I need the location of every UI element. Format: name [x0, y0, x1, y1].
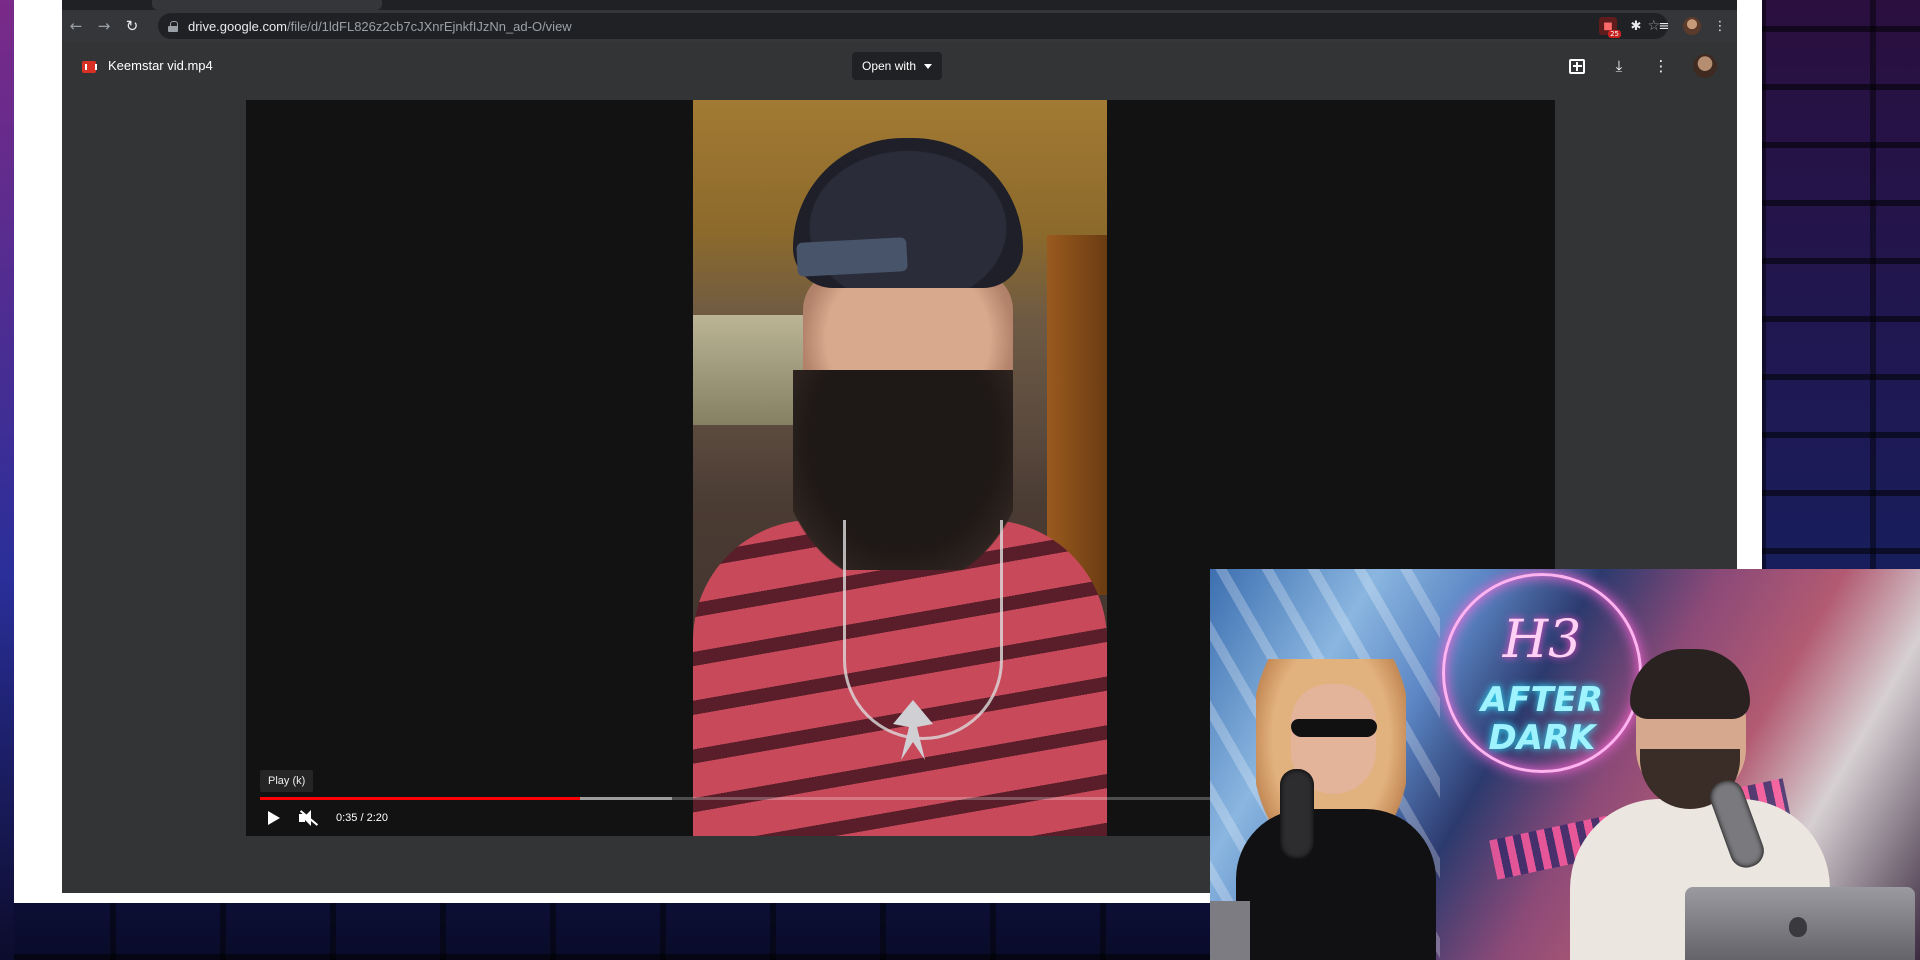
reload-button[interactable]: ↻: [118, 12, 146, 40]
mute-button[interactable]: [298, 809, 319, 827]
media-controls-button[interactable]: ≡: [1655, 17, 1673, 35]
laptop-right: [1685, 887, 1915, 960]
more-vert-icon: ⋮: [1713, 18, 1727, 34]
laptop-logo-icon: [1789, 917, 1807, 937]
arrow-right-icon: →: [97, 17, 111, 35]
open-with-label: Open with: [862, 59, 917, 73]
profile-avatar[interactable]: [1683, 17, 1701, 35]
reload-icon: ↻: [125, 17, 139, 35]
microphone-left: [1280, 769, 1314, 859]
playlist-icon: ≡: [1658, 18, 1670, 34]
video-frame: [693, 100, 1107, 836]
progress-played: [260, 797, 581, 800]
lock-icon: [168, 20, 178, 32]
time-display: 0:35 / 2:20: [336, 812, 388, 824]
extensions-menu-button[interactable]: ✱: [1627, 17, 1645, 35]
puzzle-icon: ✱: [1630, 18, 1642, 34]
video-subject-cap-strap: [796, 237, 908, 277]
download-icon: ⤓: [1615, 57, 1623, 75]
video-file-icon: [82, 61, 97, 73]
url-host: drive.google.com: [188, 18, 287, 34]
add-comment-icon: [1569, 58, 1585, 74]
add-comment-button[interactable]: [1567, 56, 1587, 76]
play-tooltip: Play (k): [260, 770, 314, 792]
active-tab[interactable]: [152, 0, 382, 10]
download-button[interactable]: ⤓: [1609, 56, 1629, 76]
viewer-actions: ⤓ ⋮: [1567, 52, 1717, 80]
address-bar[interactable]: drive.google.com /file/d/1ldFL826z2cb7cJ…: [158, 13, 1668, 39]
background-edge-glow: [0, 0, 14, 960]
player-controls: 0:35 / 2:20: [260, 806, 388, 830]
extension-button[interactable]: ■ 25: [1599, 17, 1621, 38]
video-subject-chain: [843, 520, 1003, 740]
laptop-left: [1210, 901, 1250, 960]
arrow-left-icon: ←: [69, 17, 83, 35]
host-left: [1236, 659, 1436, 960]
host-right-hair: [1630, 649, 1750, 719]
more-vert-icon: ⋮: [1653, 57, 1669, 75]
play-icon: [268, 811, 280, 825]
caret-down-icon: [924, 63, 933, 69]
url-path: /file/d/1ldFL826z2cb7cJXnrEjnkfIJzNn_ad-…: [287, 18, 572, 34]
open-with-button[interactable]: Open with: [852, 52, 943, 80]
webcam-overlay: H3 AFTER DARK: [1210, 569, 1920, 960]
viewer-header: Keemstar vid.mp4 Open with ⤓ ⋮: [62, 42, 1737, 90]
browser-toolbar: ← → ↻ drive.google.com /file/d/1ldFL826z…: [62, 10, 1737, 42]
host-left-sunglasses: [1291, 719, 1377, 737]
host-left-body: [1236, 809, 1436, 960]
forward-button[interactable]: →: [90, 12, 118, 40]
user-avatar[interactable]: [1693, 54, 1717, 78]
volume-off-icon: [299, 810, 319, 826]
back-button[interactable]: ←: [62, 12, 90, 40]
video-scene-window: [693, 315, 803, 425]
chrome-menu-button[interactable]: ⋮: [1711, 17, 1729, 35]
play-button[interactable]: [260, 811, 280, 825]
toolbar-extensions: ■ 25 ✱ ≡ ⋮: [1599, 10, 1729, 42]
more-actions-button[interactable]: ⋮: [1651, 56, 1671, 76]
tab-strip: [62, 0, 1737, 10]
file-name: Keemstar vid.mp4: [108, 58, 213, 73]
extension-badge: 25: [1608, 30, 1621, 38]
